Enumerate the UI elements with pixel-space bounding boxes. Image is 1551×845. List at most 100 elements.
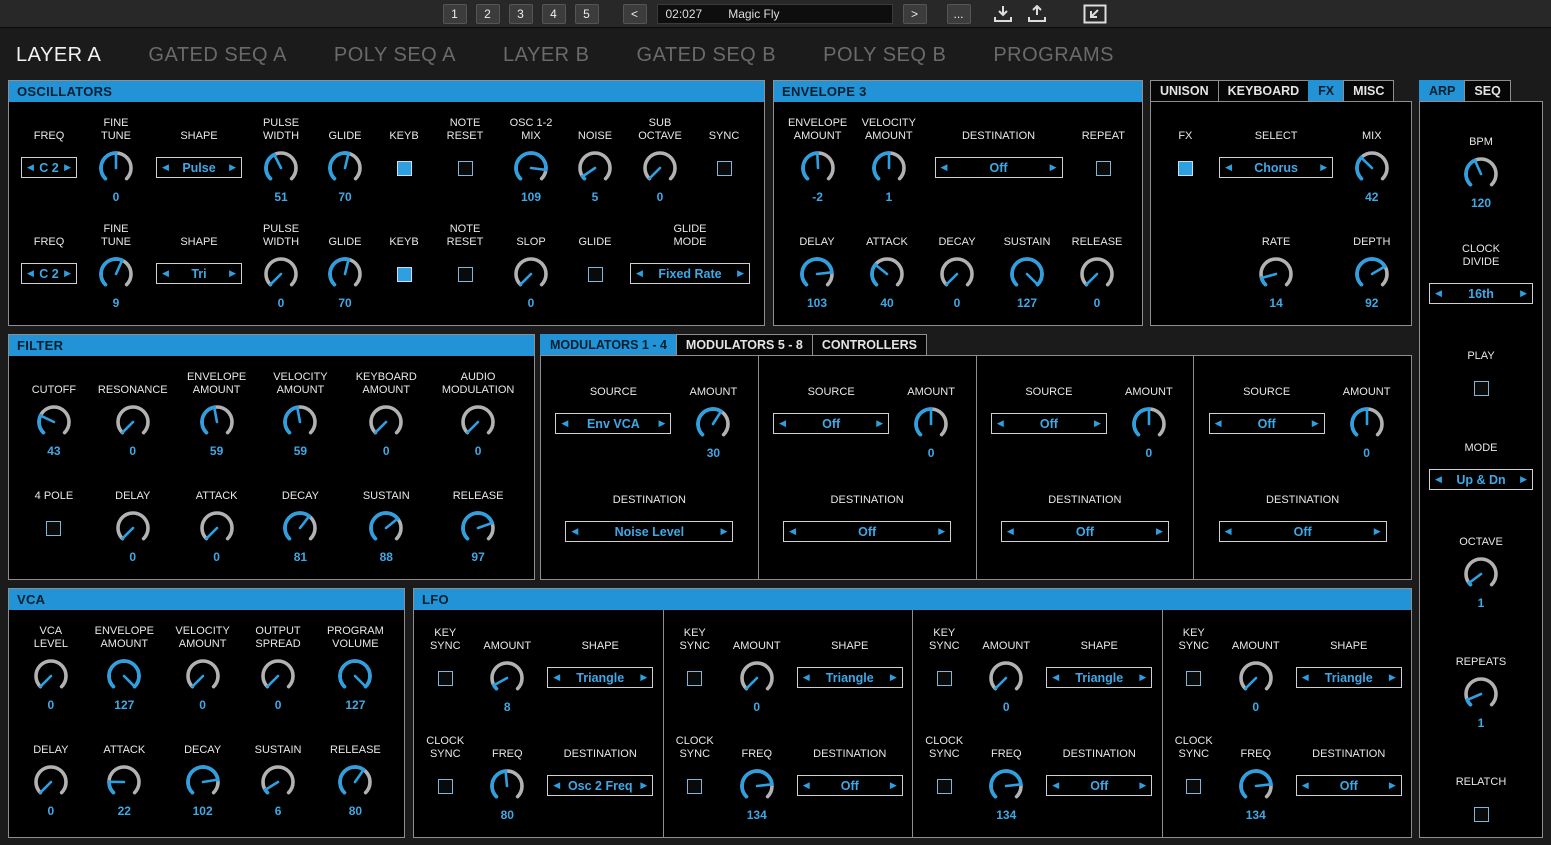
sync-checkbox[interactable] xyxy=(716,161,732,176)
key-sync-checkbox[interactable] xyxy=(1186,671,1202,686)
increment-icon[interactable]: ▶ xyxy=(64,269,71,278)
delay-knob[interactable] xyxy=(29,760,73,804)
amount-knob[interactable] xyxy=(485,656,529,700)
key-sync-checkbox[interactable] xyxy=(437,671,453,686)
envelope-amount-knob[interactable] xyxy=(102,654,146,698)
select-select[interactable]: ◀ Chorus ▶ xyxy=(1219,157,1334,178)
delay-knob[interactable] xyxy=(111,506,155,550)
decrement-icon[interactable]: ◀ xyxy=(27,269,34,278)
attack-knob[interactable] xyxy=(195,506,239,550)
decrement-icon[interactable]: ◀ xyxy=(636,269,643,278)
destination-select[interactable]: ◀ Off ▶ xyxy=(1295,775,1402,796)
increment-icon[interactable]: ▶ xyxy=(640,781,647,790)
decay-knob[interactable] xyxy=(935,252,979,296)
shape-select[interactable]: ◀ Tri ▶ xyxy=(156,263,242,284)
relatch-checkbox[interactable] xyxy=(1473,807,1489,822)
increment-icon[interactable]: ▶ xyxy=(890,673,897,682)
glide-knob[interactable] xyxy=(323,146,367,190)
envelope-amount-knob[interactable] xyxy=(796,146,840,190)
decrement-icon[interactable]: ◀ xyxy=(571,527,578,536)
amount-knob[interactable] xyxy=(1127,402,1171,446)
repeats-knob[interactable] xyxy=(1459,672,1503,716)
note-reset-checkbox[interactable] xyxy=(457,161,473,176)
clock-sync-checkbox[interactable] xyxy=(687,779,703,794)
destination-select[interactable]: ◀ Off ▶ xyxy=(1218,521,1387,542)
increment-icon[interactable]: ▶ xyxy=(229,163,236,172)
freq-knob[interactable] xyxy=(485,764,529,808)
keyboard-tab[interactable]: KEYBOARD xyxy=(1217,80,1310,102)
shape-select[interactable]: ◀ Triangle ▶ xyxy=(1295,667,1402,688)
decay-knob[interactable] xyxy=(181,760,225,804)
source-select[interactable]: ◀ Off ▶ xyxy=(773,413,890,434)
destination-select[interactable]: ◀ Off ▶ xyxy=(796,775,903,796)
amount-knob[interactable] xyxy=(1345,402,1389,446)
source-select[interactable]: ◀ Env VCA ▶ xyxy=(555,413,672,434)
amount-knob[interactable] xyxy=(984,656,1028,700)
velocity-amount-knob[interactable] xyxy=(867,146,911,190)
mode-select[interactable]: ◀ Up & Dn ▶ xyxy=(1429,469,1533,490)
decrement-icon[interactable]: ◀ xyxy=(162,269,169,278)
clock-sync-checkbox[interactable] xyxy=(936,779,952,794)
glide-mode-select[interactable]: ◀ Fixed Rate ▶ xyxy=(630,263,750,284)
increment-icon[interactable]: ▶ xyxy=(1156,527,1163,536)
decrement-icon[interactable]: ◀ xyxy=(162,163,169,172)
freq-knob[interactable] xyxy=(735,764,779,808)
gated-seq-b-tab[interactable]: GATED SEQ B xyxy=(637,44,777,67)
bpm-knob[interactable] xyxy=(1459,152,1503,196)
pulse-width-knob[interactable] xyxy=(259,146,303,190)
increment-icon[interactable]: ▶ xyxy=(64,163,71,172)
decrement-icon[interactable]: ◀ xyxy=(27,163,34,172)
keyboard-amount-knob[interactable] xyxy=(364,400,408,444)
note-reset-checkbox[interactable] xyxy=(457,267,473,282)
increment-icon[interactable]: ▶ xyxy=(720,527,727,536)
amount-knob[interactable] xyxy=(691,402,735,446)
shape-select[interactable]: ◀ Triangle ▶ xyxy=(1046,667,1153,688)
decrement-icon[interactable]: ◀ xyxy=(803,673,810,682)
shape-select[interactable]: ◀ Triangle ▶ xyxy=(547,667,654,688)
gated-seq-a-tab[interactable]: GATED SEQ A xyxy=(148,44,287,67)
decrement-icon[interactable]: ◀ xyxy=(1225,527,1232,536)
release-knob[interactable] xyxy=(333,760,377,804)
decrement-icon[interactable]: ◀ xyxy=(553,781,560,790)
page-5-button[interactable]: 5 xyxy=(574,3,599,24)
arp-tab[interactable]: ARP xyxy=(1419,80,1466,102)
decrement-icon[interactable]: ◀ xyxy=(1435,475,1442,484)
cutoff-knob[interactable] xyxy=(32,400,76,444)
decrement-icon[interactable]: ◀ xyxy=(941,163,948,172)
layer-a-tab[interactable]: LAYER A xyxy=(16,44,101,67)
decrement-icon[interactable]: ◀ xyxy=(789,527,796,536)
misc-tab[interactable]: MISC xyxy=(1343,80,1395,102)
prev-program-button[interactable]: < xyxy=(622,3,647,24)
destination-select[interactable]: ◀ Off ▶ xyxy=(783,521,952,542)
pulse-width-knob[interactable] xyxy=(259,252,303,296)
fine-tune-knob[interactable] xyxy=(94,146,138,190)
fx-checkbox[interactable] xyxy=(1177,161,1193,176)
release-knob[interactable] xyxy=(1075,252,1119,296)
decrement-icon[interactable]: ◀ xyxy=(1225,163,1232,172)
mix-knob[interactable] xyxy=(1350,146,1394,190)
key-sync-checkbox[interactable] xyxy=(687,671,703,686)
delay-knob[interactable] xyxy=(795,252,839,296)
sub-octave-knob[interactable] xyxy=(638,146,682,190)
increment-icon[interactable]: ▶ xyxy=(1320,163,1327,172)
attack-knob[interactable] xyxy=(865,252,909,296)
poly-seq-a-tab[interactable]: POLY SEQ A xyxy=(334,44,456,67)
decrement-icon[interactable]: ◀ xyxy=(553,673,560,682)
increment-icon[interactable]: ▶ xyxy=(640,673,647,682)
more-button[interactable]: ... xyxy=(946,3,971,24)
rate-knob[interactable] xyxy=(1254,252,1298,296)
repeat-checkbox[interactable] xyxy=(1095,161,1111,176)
clock-sync-checkbox[interactable] xyxy=(1186,779,1202,794)
destination-select[interactable]: ◀ Osc 2 Freq ▶ xyxy=(547,775,654,796)
shape-select[interactable]: ◀ Triangle ▶ xyxy=(796,667,903,688)
download-button[interactable] xyxy=(991,5,1015,23)
sustain-knob[interactable] xyxy=(1005,252,1049,296)
freq-knob[interactable] xyxy=(984,764,1028,808)
increment-icon[interactable]: ▶ xyxy=(737,269,744,278)
decrement-icon[interactable]: ◀ xyxy=(779,419,786,428)
increment-icon[interactable]: ▶ xyxy=(1139,673,1146,682)
freq-knob[interactable] xyxy=(1234,764,1278,808)
source-select[interactable]: ◀ Off ▶ xyxy=(1208,413,1325,434)
amount-knob[interactable] xyxy=(735,656,779,700)
slop-knob[interactable] xyxy=(509,252,553,296)
